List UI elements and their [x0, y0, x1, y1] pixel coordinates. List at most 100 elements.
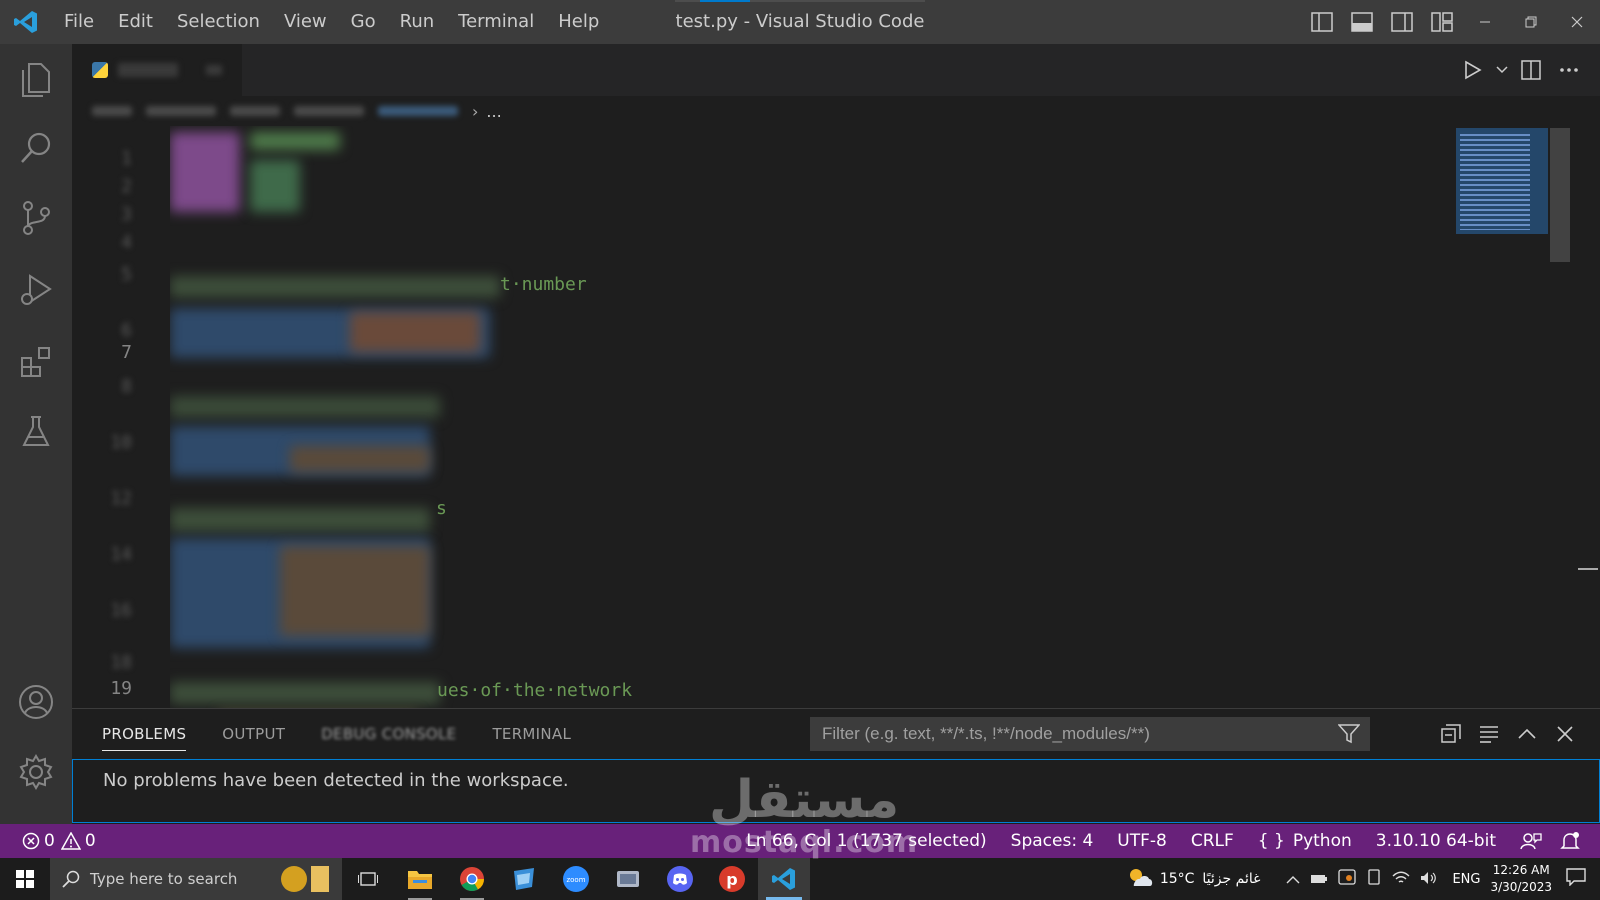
app-icon-blue[interactable]: [498, 858, 550, 900]
tab-terminal[interactable]: TERMINAL: [492, 709, 571, 759]
menu-help[interactable]: Help: [546, 6, 611, 38]
filter-funnel-icon[interactable]: [1337, 724, 1361, 748]
close-panel-icon[interactable]: [1546, 709, 1584, 759]
minimap-content: [1460, 134, 1530, 230]
extensions-icon[interactable]: [0, 330, 72, 394]
problems-status[interactable]: 0 0: [22, 831, 96, 851]
indentation[interactable]: Spaces: 4: [1011, 831, 1094, 851]
search-highlight-icon: [281, 866, 330, 892]
minimize-button[interactable]: [1462, 0, 1508, 44]
input-language[interactable]: ENG: [1452, 872, 1480, 887]
code-editor[interactable]: t·number s ues·of·the·network def :: [170, 126, 1450, 708]
wifi-icon[interactable]: [1392, 870, 1410, 889]
editor-tab-bar: [72, 44, 1600, 96]
file-encoding[interactable]: UTF-8: [1117, 831, 1167, 851]
show-hidden-icons-chevron-icon[interactable]: [1286, 870, 1300, 889]
line-number-blurred: 16: [110, 600, 132, 621]
breadcrumb-blurred-symbol[interactable]: [378, 106, 458, 116]
app-icon-red-p[interactable]: p: [706, 858, 758, 900]
testing-flask-icon[interactable]: [0, 400, 72, 464]
view-as-list-icon[interactable]: [1470, 709, 1508, 759]
split-editor-icon[interactable]: [1512, 44, 1550, 96]
explorer-icon[interactable]: [0, 48, 72, 112]
run-python-file-icon[interactable]: [1454, 44, 1492, 96]
menu-go[interactable]: Go: [339, 6, 388, 38]
blurred-code-block: [280, 546, 430, 636]
breadcrumb-blurred-segment[interactable]: [146, 106, 216, 116]
windows-start-icon[interactable]: [0, 858, 50, 900]
app-tray-icon[interactable]: [1338, 869, 1357, 889]
tab-problems[interactable]: PROBLEMS: [102, 709, 187, 759]
feedback-icon[interactable]: [1520, 831, 1542, 851]
menu-edit[interactable]: Edit: [106, 6, 165, 38]
blurred-code-block: [350, 312, 480, 352]
task-view-icon[interactable]: [342, 858, 394, 900]
breadcrumb-blurred-segment[interactable]: [230, 106, 280, 116]
blurred-comment: [170, 508, 430, 532]
blurred-comment: [170, 682, 440, 704]
breadcrumb-blurred-segment[interactable]: [294, 106, 364, 116]
menu-view[interactable]: View: [272, 6, 339, 38]
toggle-panel-icon[interactable]: [1342, 0, 1382, 44]
tab-output[interactable]: OUTPUT: [222, 709, 285, 759]
problems-view: No problems have been detected in the wo…: [72, 759, 1600, 823]
breadcrumb-ellipsis[interactable]: ...: [486, 102, 501, 121]
accounts-icon[interactable]: [0, 670, 72, 734]
device-tray-icon[interactable]: [1366, 869, 1382, 889]
editor-area: › ... 1 2 3 4 5 6 7 8 10 12 14 16 18 19 …: [72, 44, 1600, 727]
tab-close-blurred[interactable]: [206, 65, 222, 75]
more-actions-icon[interactable]: [1550, 44, 1588, 96]
clock-date: 3/30/2023: [1490, 880, 1552, 894]
vscode-taskbar-icon[interactable]: [758, 858, 810, 900]
end-of-line[interactable]: CRLF: [1191, 831, 1234, 851]
line-number: 7: [121, 342, 132, 363]
tab-test-py[interactable]: [72, 44, 242, 96]
volume-icon[interactable]: [1420, 870, 1438, 889]
line-number-blurred: 10: [110, 432, 132, 453]
menu-file[interactable]: File: [52, 6, 106, 38]
clock[interactable]: 12:26 AM 3/30/2023: [1490, 862, 1552, 896]
weather-icon[interactable]: [1126, 866, 1154, 892]
breadcrumb: › ...: [72, 96, 1600, 126]
activity-bar: [0, 44, 72, 824]
notifications-bell-icon[interactable]: [1560, 831, 1580, 851]
menu-selection[interactable]: Selection: [165, 6, 272, 38]
file-explorer-icon[interactable]: [394, 858, 446, 900]
chevron-down-icon[interactable]: [1492, 44, 1512, 96]
discord-icon[interactable]: [654, 858, 706, 900]
app-icon-grey[interactable]: [602, 858, 654, 900]
line-number-blurred: 5: [121, 264, 132, 285]
problems-filter-input[interactable]: [822, 724, 1342, 744]
source-control-icon[interactable]: [0, 186, 72, 250]
customize-layout-icon[interactable]: [1422, 0, 1462, 44]
settings-gear-icon[interactable]: [0, 740, 72, 804]
editor-scrollbar-thumb[interactable]: [1550, 128, 1570, 262]
chrome-icon[interactable]: [446, 858, 498, 900]
toggle-primary-sidebar-icon[interactable]: [1302, 0, 1342, 44]
taskbar-search[interactable]: Type here to search: [50, 858, 342, 900]
tab-debug-console[interactable]: DEBUG CONSOLE: [321, 709, 456, 759]
cursor-position[interactable]: Ln 66, Col 1 (1737 selected): [746, 831, 986, 851]
restore-button[interactable]: [1508, 0, 1554, 44]
menu-bar: File Edit Selection View Go Run Terminal…: [52, 0, 611, 44]
title-accent: [675, 0, 925, 2]
language-mode[interactable]: { } Python: [1258, 831, 1352, 851]
menu-terminal[interactable]: Terminal: [446, 6, 546, 38]
toggle-secondary-sidebar-icon[interactable]: [1382, 0, 1422, 44]
python-interpreter[interactable]: 3.10.10 64-bit: [1376, 831, 1496, 851]
run-debug-icon[interactable]: [0, 258, 72, 322]
collapse-all-icon[interactable]: [1432, 709, 1470, 759]
line-number-blurred: 3: [121, 204, 132, 225]
close-window-button[interactable]: [1554, 0, 1600, 44]
blurred-code-block: [250, 160, 300, 212]
menu-run[interactable]: Run: [388, 6, 447, 38]
search-icon[interactable]: [0, 116, 72, 180]
weather-description[interactable]: غائم جزئيًا: [1202, 871, 1260, 887]
maximize-panel-chevron-up-icon[interactable]: [1508, 709, 1546, 759]
breadcrumb-blurred-segment[interactable]: [92, 106, 132, 116]
notification-center-icon[interactable]: [1566, 868, 1586, 890]
weather-temperature[interactable]: 15°C: [1160, 871, 1195, 887]
battery-icon[interactable]: [1310, 870, 1328, 889]
zoom-icon[interactable]: zoom: [550, 858, 602, 900]
search-icon: [62, 870, 80, 888]
